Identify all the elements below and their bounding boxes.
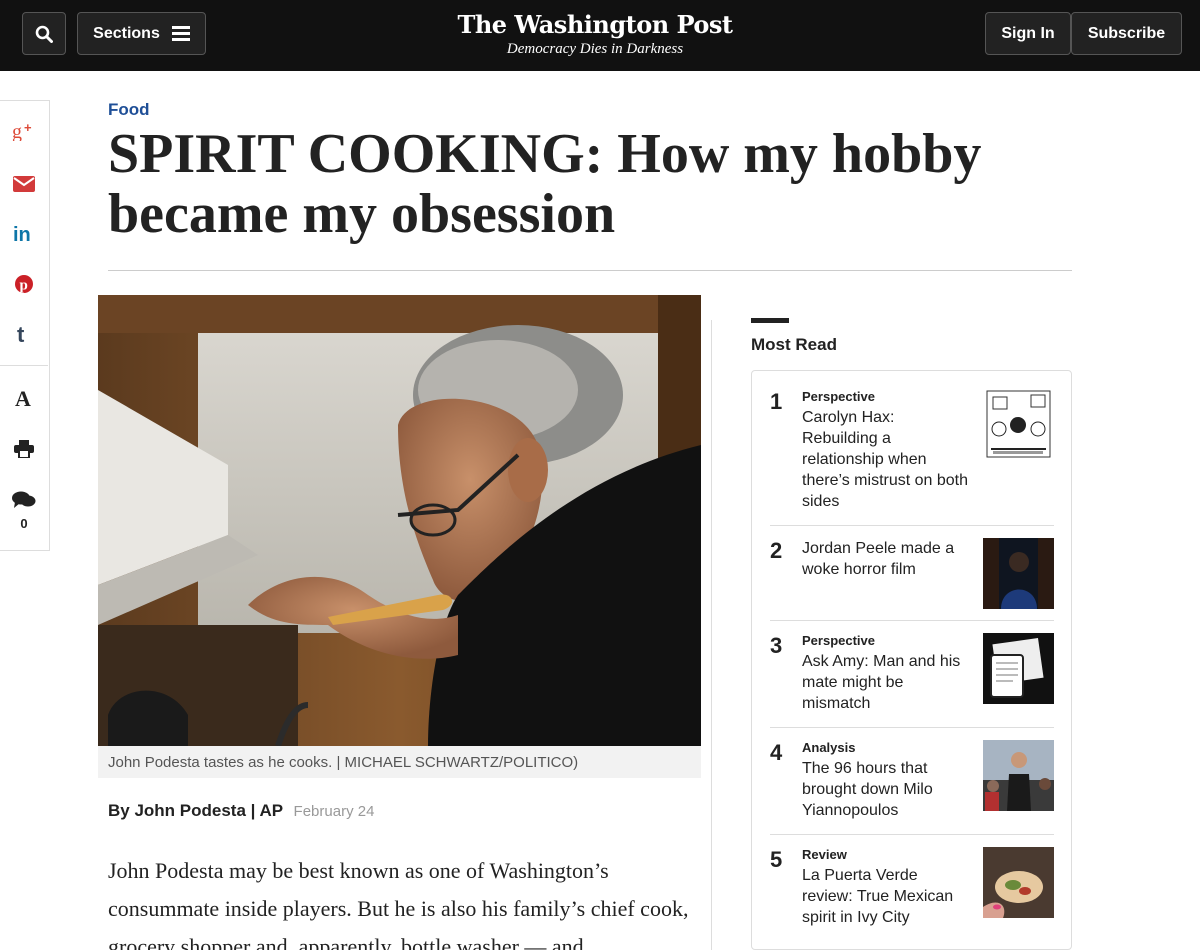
most-read-label: Perspective xyxy=(802,633,875,648)
article-body-paragraph: John Podesta may be best known as one of… xyxy=(108,858,689,950)
most-read-item[interactable]: 5 Review La Puerta Verde review: True Me… xyxy=(770,847,1054,947)
most-read-label: Perspective xyxy=(802,389,875,404)
tablet-thumbnail-image xyxy=(983,633,1054,704)
share-email[interactable] xyxy=(0,169,48,199)
article-headline: SPIRIT COOKING: How my hobby became my o… xyxy=(108,123,982,245)
hamburger-menu-icon xyxy=(171,26,190,41)
subscribe-button[interactable]: Subscribe xyxy=(1071,12,1182,55)
print-button[interactable] xyxy=(0,434,48,464)
logo-wordmark: The Washington Post xyxy=(457,10,733,39)
svg-text:g: g xyxy=(12,121,22,141)
most-read-headline: The 96 hours that brought down Milo Yian… xyxy=(802,760,933,819)
most-read-divider xyxy=(770,834,1054,835)
search-button[interactable] xyxy=(22,12,66,55)
most-read-divider xyxy=(770,525,1054,526)
most-read-rank: 1 xyxy=(770,389,783,414)
print-icon xyxy=(14,440,34,458)
most-read-thumbnail xyxy=(983,633,1054,704)
tumblr-icon: t xyxy=(17,323,25,345)
most-read-list: 1 Perspective Carolyn Hax: Rebuilding a … xyxy=(751,370,1072,950)
site-logo[interactable]: The Washington Post Democracy Dies in Da… xyxy=(440,10,750,58)
share-google-plus[interactable]: g + xyxy=(0,116,48,146)
rail-divider xyxy=(0,365,48,366)
text-size-button[interactable]: A xyxy=(0,383,48,413)
most-read-title: Most Read xyxy=(751,335,837,354)
most-read-item[interactable]: 1 Perspective Carolyn Hax: Rebuilding a … xyxy=(770,389,1054,529)
byline-author[interactable]: By John Podesta | AP xyxy=(108,801,283,820)
comments-icon xyxy=(12,491,36,508)
top-navigation-bar: Sections The Washington Post Democracy D… xyxy=(0,0,1200,71)
svg-text:A: A xyxy=(15,387,31,409)
column-divider xyxy=(711,320,712,950)
share-rail: g + in p t A 0 xyxy=(0,100,50,551)
most-read-headline: Jordan Peele made a woke horror film xyxy=(802,540,955,578)
most-read-divider xyxy=(770,620,1054,621)
comments-button[interactable] xyxy=(0,486,48,514)
sections-menu-button[interactable]: Sections xyxy=(77,12,206,55)
most-read-headline: Carolyn Hax: Rebuilding a relationship w… xyxy=(802,409,969,510)
most-read-item[interactable]: 3 Perspective Ask Amy: Man and his mate … xyxy=(770,633,1054,733)
lead-photo-image xyxy=(98,295,701,746)
svg-text:+: + xyxy=(24,121,32,135)
most-read-rank: 4 xyxy=(770,740,783,765)
most-read-item[interactable]: 2 Jordan Peele made a woke horror film xyxy=(770,538,1054,618)
most-read-rank: 5 xyxy=(770,847,783,872)
most-read-thumbnail xyxy=(983,847,1054,918)
byline: By John Podesta | AP February 24 xyxy=(108,801,374,821)
sign-in-button[interactable]: Sign In xyxy=(985,12,1071,55)
crowd-thumbnail-image xyxy=(983,740,1054,811)
most-read-divider xyxy=(770,727,1054,728)
most-read-rank: 2 xyxy=(770,538,783,563)
share-linkedin[interactable]: in xyxy=(0,219,48,249)
most-read-thumbnail xyxy=(983,740,1054,811)
svg-text:in: in xyxy=(13,224,31,244)
sections-label: Sections xyxy=(93,24,160,42)
svg-text:t: t xyxy=(17,323,25,345)
most-read-headline: Ask Amy: Man and his mate might be misma… xyxy=(802,653,961,712)
publish-date: February 24 xyxy=(293,803,375,820)
most-read-accent-bar xyxy=(751,318,789,323)
most-read-label: Review xyxy=(802,847,847,862)
most-read-thumbnail xyxy=(983,538,1054,609)
linkedin-icon: in xyxy=(13,224,31,244)
most-read-item[interactable]: 4 Analysis The 96 hours that brought dow… xyxy=(770,740,1054,840)
google-plus-icon: g + xyxy=(12,121,32,141)
share-pinterest[interactable]: p xyxy=(0,269,48,299)
most-read-label: Analysis xyxy=(802,740,856,755)
logo-tagline: Democracy Dies in Darkness xyxy=(506,41,684,57)
most-read-rank: 3 xyxy=(770,633,783,658)
svg-text:p: p xyxy=(20,278,28,294)
photo-caption: John Podesta tastes as he cooks. | MICHA… xyxy=(98,746,701,778)
section-kicker-link[interactable]: Food xyxy=(108,100,150,120)
email-icon xyxy=(13,176,35,192)
cartoon-thumbnail-image xyxy=(983,389,1054,460)
headline-divider xyxy=(108,270,1072,271)
most-read-thumbnail xyxy=(983,389,1054,460)
share-tumblr[interactable]: t xyxy=(0,319,48,349)
food-thumbnail-image xyxy=(983,847,1054,918)
most-read-headline: La Puerta Verde review: True Mexican spi… xyxy=(802,867,954,926)
comment-count: 0 xyxy=(20,516,28,531)
lead-photo xyxy=(98,295,701,746)
portrait-thumbnail-image xyxy=(983,538,1054,609)
text-size-icon: A xyxy=(15,387,31,409)
pinterest-icon: p xyxy=(15,275,33,294)
search-icon xyxy=(35,25,53,43)
